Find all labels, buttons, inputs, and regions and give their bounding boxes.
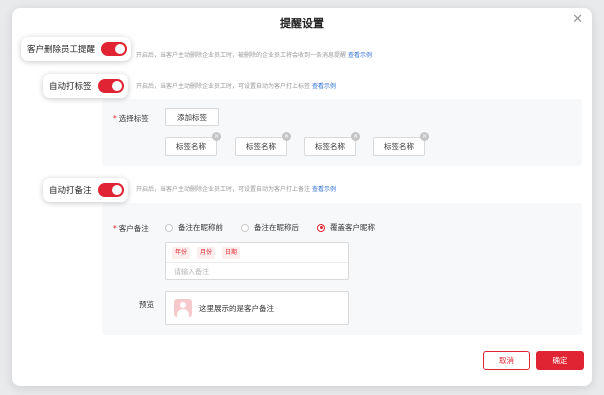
preview-box: 这里展示的是客户备注 <box>165 291 349 325</box>
preview-text: 这里展示的是客户备注 <box>199 304 274 313</box>
delete-reminder-description: 开启后，当客户主动删除企业员工时，被删除的企业员工将会收到一条消息提醒 查看示例 <box>136 50 372 59</box>
confirm-button[interactable]: 确定 <box>536 351 584 370</box>
user-avatar-icon <box>174 299 192 317</box>
variable-day-chip[interactable]: 日期 <box>222 247 241 259</box>
radio-override-nickname[interactable]: 覆盖客户昵称 <box>317 222 375 233</box>
remark-editor: 年份 月份 日期 <box>165 242 349 280</box>
radio-after-nickname[interactable]: 备注在昵称后 <box>241 222 299 233</box>
radio-before-nickname[interactable]: 备注在昵称前 <box>165 222 223 233</box>
editor-divider <box>166 262 348 263</box>
auto-tag-description-text: 开启后，当客户主动删除企业员工时，可设置自动为客户打上标签 <box>136 83 311 90</box>
tag-item: 标签名称 ✕ <box>373 132 429 156</box>
remark-section: *客户备注 备注在昵称前 备注在昵称后 覆盖客户昵称 年份 月份 日期 预览 这… <box>102 203 582 335</box>
tag-section: * 选择标签 添加标签 标签名称 ✕ 标签名称 ✕ 标签名称 ✕ 标签名称 ✕ <box>102 99 582 166</box>
tag-item-label: 标签名称 <box>176 142 206 151</box>
preview-label: 预览 <box>139 300 154 309</box>
auto-tag-setting: 自动打标签 <box>43 74 128 98</box>
tag-item: 标签名称 ✕ <box>304 132 360 156</box>
tag-item-label: 标签名称 <box>384 142 414 151</box>
select-tag-label: * 选择标签 <box>113 114 149 123</box>
tag-item-label: 标签名称 <box>246 142 276 151</box>
remove-tag-icon[interactable]: ✕ <box>351 132 360 141</box>
cancel-button[interactable]: 取消 <box>483 351 530 370</box>
radio-circle[interactable] <box>241 223 249 232</box>
remove-tag-icon[interactable]: ✕ <box>420 132 429 141</box>
variable-year-chip[interactable]: 年份 <box>172 247 191 259</box>
delete-reminder-toggle[interactable] <box>101 42 128 56</box>
delete-reminder-setting: 客户删除员工提醒 <box>21 37 132 61</box>
tag-item: 标签名称 ✕ <box>165 132 221 156</box>
radio-circle-selected[interactable] <box>317 223 325 232</box>
tag-item-label: 标签名称 <box>315 142 345 151</box>
delete-reminder-description-text: 开启后，当客户主动删除企业员工时，被删除的企业员工将会收到一条消息提醒 <box>136 52 347 59</box>
auto-remark-example-link[interactable]: 查看示例 <box>312 186 336 193</box>
tag-item: 标签名称 ✕ <box>235 132 291 156</box>
variable-month-chip[interactable]: 月份 <box>197 247 216 259</box>
auto-tag-toggle[interactable] <box>97 79 124 93</box>
auto-remark-setting: 自动打备注 <box>43 178 128 202</box>
auto-remark-label: 自动打备注 <box>49 186 92 196</box>
auto-tag-label: 自动打标签 <box>49 82 92 92</box>
auto-tag-description: 开启后，当客户主动删除企业员工时，可设置自动为客户打上标签 查看示例 <box>136 81 336 90</box>
delete-reminder-example-link[interactable]: 查看示例 <box>348 52 372 59</box>
auto-tag-example-link[interactable]: 查看示例 <box>312 83 336 90</box>
customer-remark-label: * 客户备注 <box>113 224 149 233</box>
dialog-title: 提醒设置 <box>280 17 324 30</box>
close-icon[interactable]: ✕ <box>572 12 583 28</box>
radio-label: 覆盖客户昵称 <box>330 223 375 232</box>
remark-input[interactable] <box>174 267 334 277</box>
auto-remark-description: 开启后，当客户主动删除企业员工时，可设置自动为客户打上备注 查看示例 <box>136 184 336 193</box>
remove-tag-icon[interactable]: ✕ <box>282 132 291 141</box>
radio-label: 备注在昵称前 <box>178 223 223 232</box>
add-tag-button[interactable]: 添加标签 <box>165 108 219 126</box>
radio-label: 备注在昵称后 <box>254 223 299 232</box>
auto-remark-description-text: 开启后，当客户主动删除企业员工时，可设置自动为客户打上备注 <box>136 186 311 193</box>
radio-circle[interactable] <box>165 223 173 232</box>
remove-tag-icon[interactable]: ✕ <box>212 132 221 141</box>
delete-reminder-label: 客户删除员工提醒 <box>27 45 96 55</box>
auto-remark-toggle[interactable] <box>97 183 124 197</box>
